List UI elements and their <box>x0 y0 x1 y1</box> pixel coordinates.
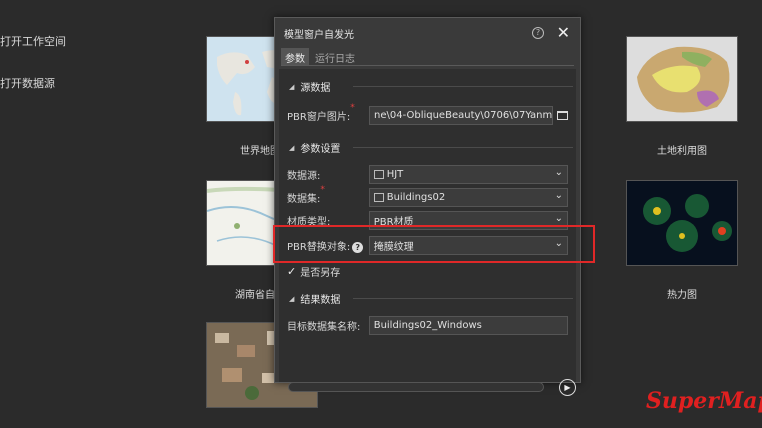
pbr-image-row: PBR窗户图片: * ne\04-ObliqueBeauty\0706\07Yan… <box>287 103 568 125</box>
tab-params[interactable]: 参数 <box>281 48 309 65</box>
pbr-image-input[interactable]: ne\04-ObliqueBeauty\0706\07Yanmo <box>369 105 553 125</box>
dialog-titlebar: 模型窗户自发光 ? ✕ <box>275 18 580 48</box>
chevron-down-icon: ⌄ <box>554 189 563 201</box>
section-source[interactable]: ◢ 源数据 <box>289 79 573 94</box>
window-emission-dialog: 模型窗户自发光 ? ✕ 参数 运行日志 ◢ 源数据 PBR窗户图片: * ne\0… <box>274 17 581 396</box>
help-icon[interactable]: ? <box>532 27 544 39</box>
land-use-thumbnail[interactable] <box>626 36 738 122</box>
close-icon[interactable]: ✕ <box>557 23 570 42</box>
thumbnail-caption: 热力图 <box>667 290 697 301</box>
folder-icon[interactable] <box>557 110 568 120</box>
target-dataset-row: 目标数据集名称: Buildings02_Windows <box>287 315 568 335</box>
target-dataset-input[interactable]: Buildings02_Windows <box>368 315 568 335</box>
highlight-box <box>273 225 595 263</box>
chevron-down-icon: ⌄ <box>554 166 563 178</box>
thumbnail-caption: 土地利用图 <box>657 146 707 157</box>
dialog-tabs: 参数 运行日志 <box>281 48 574 66</box>
dialog-title: 模型窗户自发光 <box>284 29 354 41</box>
open-workspace-link[interactable]: 打开工作空间 <box>0 30 66 72</box>
open-datasource-link[interactable]: 打开数据源 <box>0 72 66 114</box>
collapse-triangle-icon: ◢ <box>289 82 295 91</box>
land-use-image <box>637 46 730 113</box>
save-as-checkbox[interactable]: ✓ <box>287 265 296 278</box>
datasource-select[interactable]: HJT ⌄ <box>368 164 568 184</box>
collapse-triangle-icon: ◢ <box>289 143 295 152</box>
start-menu: 打开工作空间 打开数据源 <box>0 30 66 114</box>
run-button[interactable]: ▶ <box>559 379 576 396</box>
dataset-select[interactable]: Buildings02 ⌄ <box>368 187 568 207</box>
datasource-row: 数据源: HJT ⌄ <box>287 164 568 184</box>
dataset-row: 数据集: * Buildings02 ⌄ <box>287 185 568 207</box>
tab-run-log[interactable]: 运行日志 <box>311 48 359 65</box>
progress-bar <box>288 382 544 392</box>
datasource-icon <box>373 169 384 179</box>
dataset-icon <box>373 192 384 202</box>
supermap-logo: SuperMap <box>646 388 762 414</box>
heatmap-image <box>643 194 732 252</box>
collapse-triangle-icon: ◢ <box>289 294 295 303</box>
section-params[interactable]: ◢ 参数设置 <box>289 140 573 155</box>
section-result[interactable]: ◢ 结果数据 <box>289 291 573 306</box>
chevron-down-icon: ⌄ <box>554 212 563 224</box>
heatmap-thumbnail[interactable] <box>626 180 738 266</box>
save-as-row: ✓ 是否另存 <box>287 264 341 279</box>
